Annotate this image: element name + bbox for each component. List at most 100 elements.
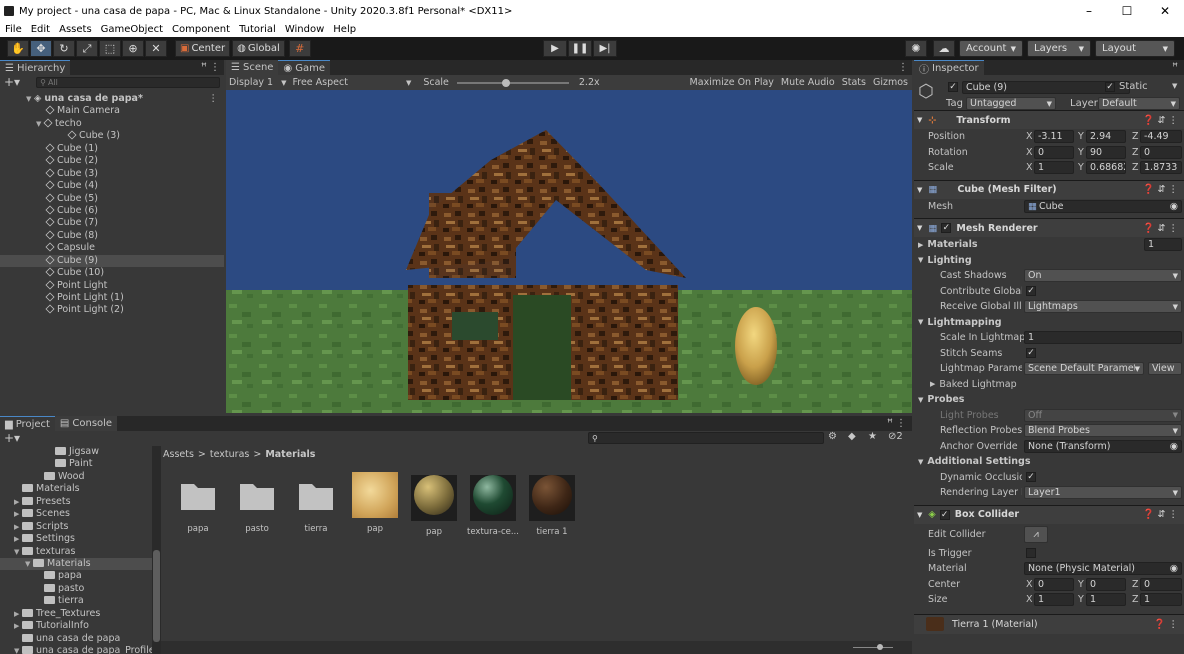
project-tree-item[interactable]: ▼ una casa de papa_Profile xyxy=(0,645,152,654)
more-icon[interactable]: ⋮ xyxy=(209,93,219,105)
pause-button[interactable]: ❚❚ xyxy=(568,40,592,57)
position-y-field[interactable]: 2.94 xyxy=(1086,130,1126,144)
mesh-renderer-header[interactable]: ▼ ▦ ✓ Mesh Renderer ❓ ⇵ ⋮ xyxy=(914,218,1184,237)
component-menu-icons[interactable]: ❓ ⇵ ⋮ xyxy=(1143,223,1178,234)
lock-icon[interactable]: ꟸ xyxy=(1172,62,1178,73)
tab-scene[interactable]: ☰ Scene xyxy=(226,60,279,75)
hierarchy-item[interactable]: Cube (10) xyxy=(0,267,224,279)
center-y-field[interactable]: 0 xyxy=(1086,577,1126,591)
lock-icon[interactable]: ꟸ ⋮ xyxy=(201,62,220,73)
center-x-field[interactable]: 0 xyxy=(1034,577,1074,591)
hierarchy-item[interactable]: Cube (8) xyxy=(0,230,224,242)
target-icon[interactable]: ◉ xyxy=(1170,563,1178,574)
maximize-button[interactable]: ☐ xyxy=(1108,0,1146,22)
project-tree-item[interactable]: ▶ Scenes xyxy=(0,508,152,520)
hierarchy-item[interactable]: Cube (5) xyxy=(0,193,224,205)
layers-dropdown[interactable]: Layers ▼ xyxy=(1027,40,1091,57)
hierarchy-item[interactable]: Point Light (2) xyxy=(0,304,224,316)
hierarchy-item[interactable]: Cube (1) xyxy=(0,143,224,155)
hierarchy-item[interactable]: Cube (2) xyxy=(0,155,224,167)
box-collider-enabled-checkbox[interactable]: ✓ xyxy=(939,509,950,520)
tag-dropdown[interactable]: Untagged ▼ xyxy=(966,97,1056,110)
additional-settings-section[interactable]: ▼ Additional Settings xyxy=(914,454,1184,470)
pivot-global-toggle[interactable]: ◍ Global xyxy=(232,40,285,57)
scale-y-field[interactable]: 0.68682 xyxy=(1086,161,1126,175)
menu-gameobject[interactable]: GameObject xyxy=(96,24,167,35)
rotation-y-field[interactable]: 90 xyxy=(1086,145,1126,159)
lightmapping-section[interactable]: ▼ Lightmapping xyxy=(914,315,1184,331)
filter-label-icon[interactable]: ◆ xyxy=(848,431,856,442)
stitch-seams-checkbox[interactable]: ✓ xyxy=(1026,348,1036,359)
hierarchy-item[interactable]: Cube (3) xyxy=(0,130,224,142)
tab-hierarchy[interactable]: ☰ Hierarchy xyxy=(0,60,71,75)
step-button[interactable]: ▶| xyxy=(593,40,617,57)
grid-snap-button[interactable]: # xyxy=(288,40,311,57)
cast-shadows-dropdown[interactable]: On ▼ xyxy=(1024,269,1182,283)
layer-dropdown[interactable]: Default ▼ xyxy=(1098,97,1180,110)
project-tree-item[interactable]: ▶ Scripts xyxy=(0,521,152,533)
expand-arrow-icon[interactable]: ▼ xyxy=(14,645,22,654)
scale-x-field[interactable]: 1 xyxy=(1034,161,1074,175)
project-tree-item[interactable]: ▶ Presets xyxy=(0,496,152,508)
collider-material-field[interactable]: None (Physic Material) ◉ xyxy=(1024,562,1182,576)
dynamic-occlusion-checkbox[interactable]: ✓ xyxy=(1026,472,1036,483)
reflection-probes-dropdown[interactable]: Blend Probes ▼ xyxy=(1024,424,1182,438)
project-tree-item[interactable]: ▼ Materials xyxy=(0,557,152,571)
close-button[interactable]: ✕ xyxy=(1146,0,1184,22)
hierarchy-item[interactable]: Point Light (1) xyxy=(0,292,224,304)
lighting-section[interactable]: ▼ Lighting xyxy=(914,253,1184,269)
tab-game[interactable]: ◉ Game xyxy=(278,60,330,75)
create-button[interactable]: +▾ xyxy=(4,431,20,445)
axis-y-label[interactable]: Y xyxy=(1078,162,1084,173)
component-menu-icons[interactable]: ❓ ⇵ ⋮ xyxy=(1143,509,1178,520)
project-tree-item[interactable]: ▶ Settings xyxy=(0,533,152,545)
is-trigger-checkbox[interactable] xyxy=(1026,548,1036,559)
menu-tutorial[interactable]: Tutorial xyxy=(234,24,280,35)
transform-header[interactable]: ▼ ⊹ Transform ❓ ⇵ ⋮ xyxy=(914,110,1184,129)
hierarchy-item[interactable]: Cube (9) xyxy=(0,254,224,268)
project-tree-item[interactable]: ▼ texturas xyxy=(0,546,152,558)
mesh-field[interactable]: ▦ Cube ◉ xyxy=(1024,199,1182,213)
asset-material-pap[interactable]: pap xyxy=(404,472,464,537)
anchor-override-field[interactable]: None (Transform) ◉ xyxy=(1024,439,1182,453)
menu-edit[interactable]: Edit xyxy=(26,24,54,35)
rendering-layer-dropdown[interactable]: Layer1 ▼ xyxy=(1024,486,1182,500)
scale-z-field[interactable]: 1.8733 xyxy=(1140,161,1182,175)
hierarchy-item[interactable]: ▼ techo xyxy=(0,118,224,130)
scale-lightmap-field[interactable]: 1 xyxy=(1024,331,1182,345)
project-tree-item[interactable]: pasto xyxy=(0,583,152,595)
collapse-arrow-icon[interactable]: ▶ xyxy=(14,496,22,508)
axis-z-label[interactable]: Z xyxy=(1132,131,1139,142)
collapse-arrow-icon[interactable]: ▶ xyxy=(14,508,22,520)
project-search-input[interactable]: ⚲ xyxy=(588,432,824,444)
rotation-z-field[interactable]: 0 xyxy=(1140,145,1182,159)
asset-material-tierra-1[interactable]: tierra 1 xyxy=(522,472,582,537)
hand-tool-button[interactable]: ✋ xyxy=(7,40,29,57)
material-footer[interactable]: Tierra 1 (Material) ❓ ⋮ xyxy=(914,613,1184,634)
play-button[interactable]: ▶ xyxy=(543,40,567,57)
scene-row[interactable]: ▼ ◈ una casa de papa* ⋮ xyxy=(0,93,224,105)
menu-window[interactable]: Window xyxy=(280,24,328,35)
tab-console[interactable]: ▤ Console xyxy=(54,416,118,431)
contribute-gi-checkbox[interactable]: ✓ xyxy=(1026,286,1036,297)
axis-z-label[interactable]: Z xyxy=(1132,147,1139,158)
edit-collider-button[interactable]: ⩘ xyxy=(1024,526,1048,543)
project-tree-item[interactable]: tierra xyxy=(0,595,152,607)
lightmap-params-dropdown[interactable]: Scene Default Paramete ▼ xyxy=(1024,362,1144,376)
minimize-button[interactable]: – xyxy=(1070,0,1108,22)
asset-material-textura-cesped[interactable]: textura-ce... xyxy=(463,472,523,537)
menu-file[interactable]: File xyxy=(0,24,26,35)
component-menu-icons[interactable]: ❓ ⇵ ⋮ xyxy=(1143,184,1178,195)
mesh-filter-header[interactable]: ▼ ▦ Cube (Mesh Filter) ❓ ⇵ ⋮ xyxy=(914,179,1184,199)
expand-arrow-icon[interactable]: ▼ xyxy=(14,546,22,558)
collapse-arrow-icon[interactable]: ▶ xyxy=(14,521,22,533)
project-tree-item[interactable]: papa xyxy=(0,570,152,582)
axis-x-label[interactable]: X xyxy=(1026,147,1033,158)
icon-size-slider[interactable] xyxy=(853,647,893,648)
probes-section[interactable]: ▼ Probes xyxy=(914,392,1184,408)
asset-folder-tierra[interactable]: tierra xyxy=(286,472,346,534)
hierarchy-item[interactable]: Capsule xyxy=(0,242,224,254)
scale-slider-thumb[interactable] xyxy=(501,78,510,87)
asset-texture-pap[interactable]: pap xyxy=(345,472,405,534)
collapse-arrow-icon[interactable]: ▶ xyxy=(14,608,22,620)
